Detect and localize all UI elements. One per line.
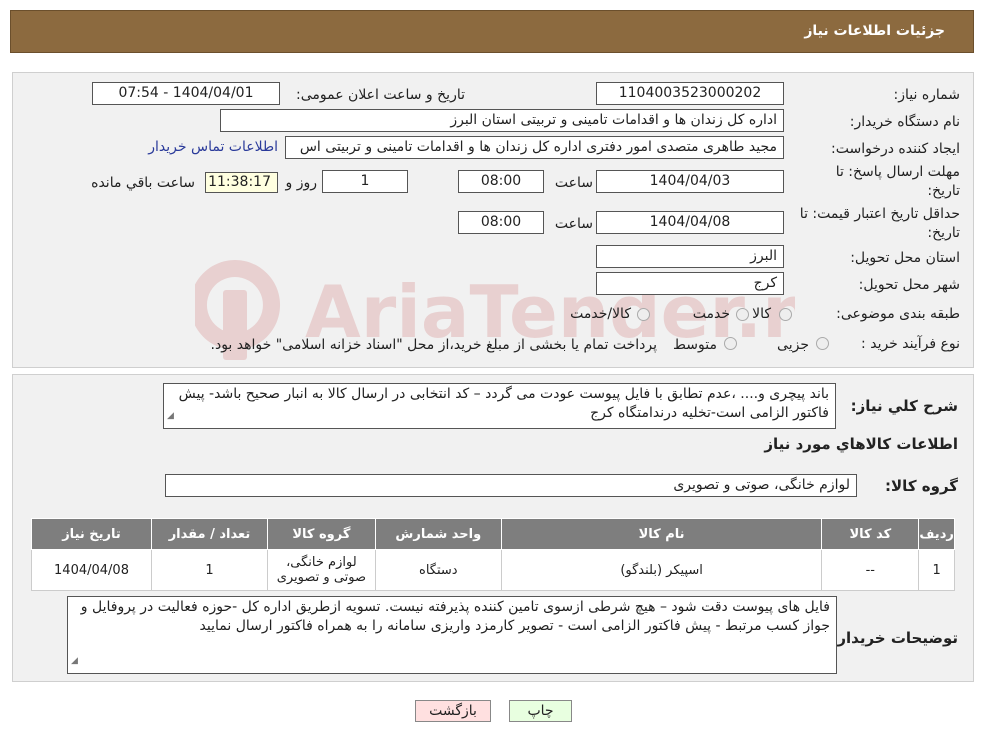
page-header: جزئیات اطلاعات نیاز [10, 10, 974, 53]
back-button[interactable]: بازگشت [415, 700, 491, 722]
summary-label: شرح كلي نياز: [850, 397, 958, 415]
buyer-notes-label: توضیحات خریدار: [831, 629, 958, 647]
remaining-time-label: ساعت باقي مانده [91, 175, 195, 191]
city-field: کرج [596, 272, 784, 295]
category-option-service: خدمت [692, 306, 730, 322]
requester-label: ایجاد کننده درخواست: [831, 141, 960, 157]
page-title: جزئیات اطلاعات نیاز [804, 23, 945, 39]
col-unit: واحد شمارش [374, 518, 502, 550]
reply-date-field: 1404/04/03 [596, 170, 784, 193]
cell-group: لوازم خانگی، صوتی و تصویری [266, 549, 376, 591]
summary-text: باند پیچری و.... ،عدم تطابق با فایل پیوس… [163, 383, 836, 429]
goods-table: ردیف کد کالا نام کالا واحد شمارش گروه کا… [31, 518, 955, 591]
col-group: گروه کالا [266, 518, 376, 550]
goods-section-title: اطلاعات كالاهاي مورد نياز [764, 435, 958, 453]
col-need-date: تاریخ نیاز [31, 518, 152, 550]
cell-need-date: 1404/04/08 [31, 549, 152, 591]
cell-name: اسپیکر (بلندگو) [500, 549, 823, 591]
reply-deadline-label: مهلت ارسال پاسخ: تا [835, 164, 960, 180]
summary-text-content: باند پیچری و.... ،عدم تطابق با فایل پیوس… [178, 386, 829, 421]
cell-quantity: 1 [151, 549, 268, 591]
announce-datetime-field: 1404/04/01 - 07:54 [92, 82, 280, 105]
reply-time-field: 08:00 [458, 170, 544, 193]
buyer-org-label: نام دستگاه خریدار: [849, 114, 960, 130]
city-label: شهر محل تحویل: [858, 277, 960, 293]
province-label: استان محل تحویل: [850, 250, 960, 266]
process-treasury-note: پرداخت تمام یا بخشی از مبلغ خرید،از محل … [210, 337, 657, 353]
table-row: 1 -- اسپیکر (بلندگو) دستگاه لوازم خانگی،… [31, 549, 955, 591]
col-row: ردیف [918, 518, 955, 550]
goods-group-label: گروه كالا: [885, 477, 958, 495]
category-option-goods: کالا [752, 306, 771, 322]
cell-row: 1 [918, 549, 955, 591]
announce-datetime-label: تاریخ و ساعت اعلان عمومی: [296, 87, 465, 103]
col-quantity: تعداد / مقدار [151, 518, 268, 550]
remaining-time-field: 11:38:17 [205, 172, 278, 193]
requester-field: مجید طاهری متصدی امور دفتری اداره کل زند… [285, 136, 784, 159]
reply-time-label: ساعت [554, 175, 593, 191]
remaining-days-field: 1 [322, 170, 408, 193]
process-radio-medium[interactable] [724, 337, 737, 350]
cell-unit: دستگاه [374, 549, 502, 591]
need-number-label: شماره نیاز: [893, 87, 961, 103]
buyer-notes-text: فایل های پیوست دقت شود – هیچ شرطی ازسوی … [67, 596, 837, 674]
process-label: نوع فرآیند خرید : [861, 336, 960, 352]
price-validity-time-label: ساعت [554, 216, 593, 232]
resize-grip-icon: ◢ [167, 411, 174, 421]
process-radio-minor[interactable] [816, 337, 829, 350]
buyer-org-field: اداره کل زندان ها و اقدامات تامینی و ترب… [220, 109, 784, 132]
price-validity-date-field: 1404/04/08 [596, 211, 784, 234]
category-option-goods-service: کالا/خدمت [570, 306, 631, 322]
category-label: طبقه بندی موضوعی: [836, 306, 960, 322]
print-button[interactable]: چاپ [509, 700, 572, 722]
resize-grip-icon: ◢ [71, 656, 78, 666]
category-radio-service[interactable] [736, 308, 749, 321]
process-option-medium: متوسط [673, 337, 717, 353]
goods-table-header: ردیف کد کالا نام کالا واحد شمارش گروه کا… [31, 518, 955, 550]
days-label: روز و [285, 175, 318, 191]
process-option-minor: جزیی [777, 337, 809, 353]
goods-group-field: لوازم خانگی، صوتی و تصویری [165, 474, 857, 497]
price-validity-label-2: تاریخ: [927, 225, 960, 241]
buyer-notes-content: فایل های پیوست دقت شود – هیچ شرطی ازسوی … [80, 599, 830, 634]
category-radio-goods-service[interactable] [637, 308, 650, 321]
price-validity-time-field: 08:00 [458, 211, 544, 234]
col-code: کد کالا [821, 518, 920, 550]
province-field: البرز [596, 245, 784, 268]
col-name: نام کالا [500, 518, 823, 550]
need-number-field: 1104003523000202 [596, 82, 784, 105]
reply-deadline-label-2: تاریخ: [927, 183, 960, 199]
cell-code: -- [821, 549, 920, 591]
category-radio-goods[interactable] [779, 308, 792, 321]
buyer-contact-link[interactable]: اطلاعات تماس خریدار [148, 139, 278, 155]
price-validity-label: حداقل تاریخ اعتبار قیمت: تا [799, 206, 960, 222]
